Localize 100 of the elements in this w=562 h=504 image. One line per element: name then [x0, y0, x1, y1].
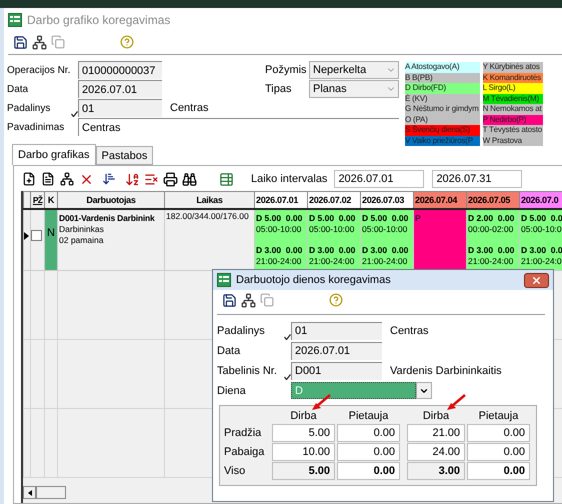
new-document-icon[interactable]: [21, 171, 37, 187]
shift-code: D 3.00 0.00: [309, 244, 356, 256]
legend-item: B B(PB): [405, 72, 480, 83]
column-header[interactable]: Laikas: [164, 192, 254, 208]
close-button[interactable]: [524, 272, 549, 288]
help-icon[interactable]: [328, 292, 344, 308]
column-header[interactable]: 2026.07.04: [414, 192, 466, 208]
column-header: Dirba: [289, 410, 318, 423]
day-cell[interactable]: D 5.00 0.0 05:00-10:0 D 3.00 0.0 21:00-24:0: [520, 208, 562, 270]
number-field[interactable]: 0.00: [337, 424, 400, 442]
number-field[interactable]: 0.00: [467, 424, 530, 442]
dialog-title: Darbuotojo dienos koregavimas: [236, 274, 391, 286]
date-field[interactable]: 2026.07.01: [334, 170, 424, 188]
checkbox[interactable]: [32, 230, 42, 240]
shift-time: 21:00-24:00: [256, 256, 302, 266]
spreadsheet-icon: [8, 13, 22, 27]
column-header[interactable]: 2026.07.02: [308, 192, 360, 208]
legend-item: Ė (KV): [405, 94, 480, 104]
text-field[interactable]: 010000000037: [78, 61, 162, 79]
day-cell[interactable]: D 5.00 0.00 05:00-10:00 D 3.00 0.00 21:00-24:00: [308, 208, 360, 270]
shift-code: D 2.00 0.00: [468, 212, 514, 224]
column-header[interactable]: 2026.07.03: [360, 192, 414, 208]
text-field[interactable]: Centras: [78, 118, 399, 136]
tab[interactable]: Pastabos: [96, 146, 154, 165]
column-header[interactable]: 2026.07.01: [254, 192, 308, 208]
text-field[interactable]: 2026.07.01: [291, 342, 382, 360]
field-label: Tipas: [265, 83, 292, 95]
legend-item: Y Kūrybinės atos: [482, 62, 544, 72]
column-header[interactable]: K: [44, 192, 58, 208]
field-label: Pavadinimas: [7, 122, 66, 132]
save-icon[interactable]: [221, 292, 237, 308]
number-field[interactable]: 0.00: [467, 443, 530, 461]
scroll-left-button[interactable]: [23, 486, 36, 499]
text-field[interactable]: 2026.07.01: [78, 80, 162, 98]
day-cell[interactable]: P: [414, 208, 466, 270]
dropdown[interactable]: Neperkelta: [309, 61, 399, 79]
add-column-icon[interactable]: [218, 171, 234, 187]
scrollbar-thumb[interactable]: [36, 486, 66, 499]
number-field[interactable]: 10.00: [272, 443, 335, 461]
total-field: 0.00: [467, 462, 530, 480]
shift-time: 05:00-10:0: [521, 224, 562, 234]
number-field[interactable]: 21.00: [407, 424, 465, 442]
legend-item: S Švenčių diena(S): [405, 125, 480, 136]
row-label: Pradžia: [224, 426, 262, 441]
shift-code: D 3.00 0.00: [468, 244, 514, 256]
field-label: Tabelinis Nr.: [217, 364, 278, 376]
left-arrow-icon: [28, 490, 32, 496]
shift-code: D 5.00 0.00: [362, 212, 408, 224]
shift-code: D 5.00 0.0: [521, 212, 562, 224]
number-field[interactable]: 0.00: [337, 443, 400, 461]
column-header[interactable]: 2026.07.0: [520, 192, 562, 208]
shift-time: 21:00-24:00: [309, 256, 354, 266]
number-field[interactable]: 5.00: [272, 424, 335, 442]
network-icon[interactable]: [59, 171, 75, 187]
column-header[interactable]: Darbuotojas: [58, 192, 164, 208]
spreadsheet-icon: [217, 273, 231, 287]
help-icon[interactable]: [119, 34, 135, 50]
field-note: Centras: [170, 102, 209, 114]
shift-code: D 3.00 0.00: [362, 244, 408, 256]
field-label: Operacijos Nr.: [7, 64, 71, 76]
day-cell[interactable]: D 2.00 0.00 00:00-02:00 D 3.00 0.00 21:00-24:00: [466, 208, 520, 270]
date-field[interactable]: 2026.07.31: [432, 170, 522, 188]
employee-detail: Darbininkas: [59, 224, 104, 234]
row-label: Viso: [224, 464, 246, 479]
dropdown-button[interactable]: [416, 382, 432, 399]
filter-down-icon[interactable]: [101, 171, 117, 187]
shift-code: D 3.00 0.0: [521, 244, 562, 256]
save-icon[interactable]: [12, 34, 28, 50]
table-cell: 182.00/344.00/176.00: [166, 210, 249, 220]
sort-icon[interactable]: [124, 171, 140, 187]
text-field[interactable]: 01: [291, 322, 382, 340]
employee-name: D001-Vardenis Darbinink: [59, 212, 155, 224]
total-field: 5.00: [272, 462, 335, 480]
column-header[interactable]: PŽ: [30, 192, 44, 208]
shift-time: 00:00-02:00: [468, 224, 514, 234]
document-icon[interactable]: [40, 171, 56, 187]
legend-item: G Nėštumo ir gimdym: [405, 104, 480, 114]
dropdown[interactable]: Planas: [309, 80, 399, 98]
column-header[interactable]: 2026.07.05: [466, 192, 520, 208]
search-icon[interactable]: [181, 171, 197, 187]
field-label: Padalinys: [7, 102, 52, 114]
shift-time: 05:00-10:00: [256, 224, 302, 234]
legend-item: W Prastova: [482, 136, 544, 146]
field-note: Centras: [390, 324, 429, 336]
legend-item: T Tėvystės atosto: [482, 125, 544, 136]
legend-item: D Dirbo(FD): [405, 83, 480, 94]
text-field[interactable]: 01: [78, 99, 162, 117]
number-field[interactable]: 24.00: [407, 443, 465, 461]
tab[interactable]: Darbo grafikas: [12, 144, 96, 165]
interval-label: Laiko intervalas: [251, 173, 328, 185]
network-icon[interactable]: [240, 292, 256, 308]
field-label: Data: [7, 84, 30, 94]
network-icon[interactable]: [31, 34, 47, 50]
text-field[interactable]: D001: [291, 362, 382, 380]
legend-item: N Nemokamos at: [482, 104, 544, 114]
day-cell[interactable]: D 5.00 0.00 05:00-10:00 D 3.00 0.00 21:00-24:00: [254, 208, 308, 270]
field-label: Požymis: [265, 64, 308, 76]
legend-item: V Vaiko priežiūros(P: [405, 136, 480, 146]
day-cell[interactable]: D 5.00 0.00 05:00-10:00 D 3.00 0.00 21:00-24:00: [360, 208, 414, 270]
printer-icon[interactable]: [162, 171, 178, 187]
